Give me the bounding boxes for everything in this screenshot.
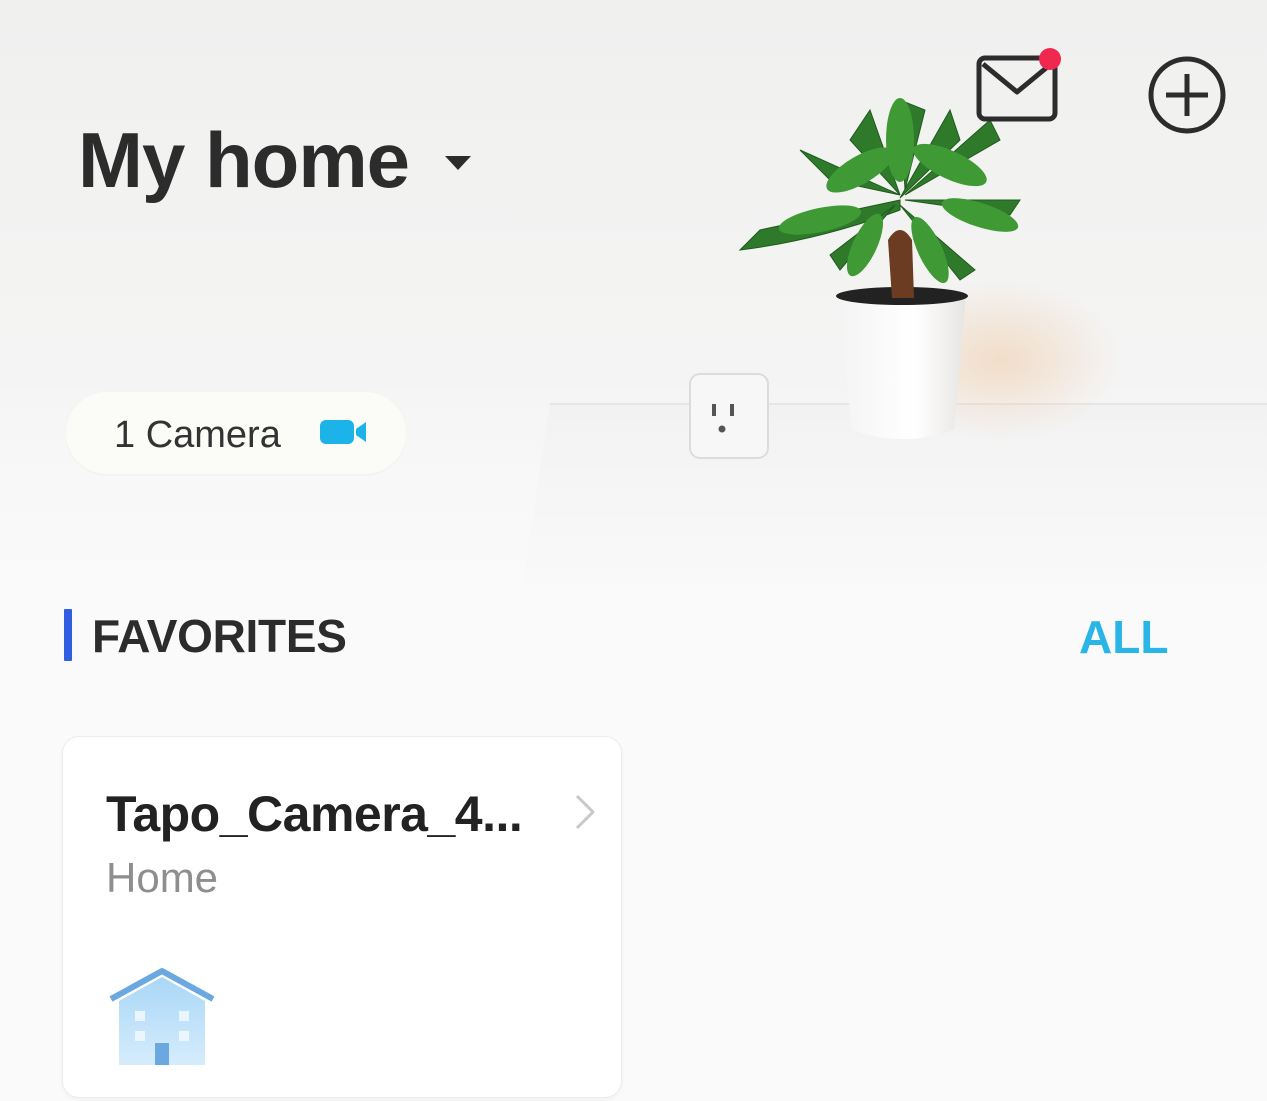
notification-badge [1039,48,1061,70]
favorites-accent-bar [64,609,72,661]
camera-count-label: 1 Camera [114,414,281,456]
device-name: Tapo_Camera_4... [106,786,523,842]
home-title: My home [78,116,410,204]
house-icon [109,968,215,1065]
video-camera-icon [320,420,366,444]
add-icon[interactable] [1146,54,1228,136]
device-card[interactable]: Tapo_Camera_4... Home [63,737,621,1097]
camera-count-chip[interactable]: 1 Camera [66,392,406,474]
favorites-title: FAVORITES [92,610,347,662]
dropdown-caret-icon[interactable] [445,156,472,170]
hero-banner: My home 1 Camera [0,0,1267,600]
hero-background-image [520,98,1267,600]
device-location: Home [106,854,219,901]
home-selector[interactable]: My home [78,112,472,208]
favorites-all-link[interactable]: ALL [1079,614,1168,660]
chevron-right-icon [575,794,595,830]
